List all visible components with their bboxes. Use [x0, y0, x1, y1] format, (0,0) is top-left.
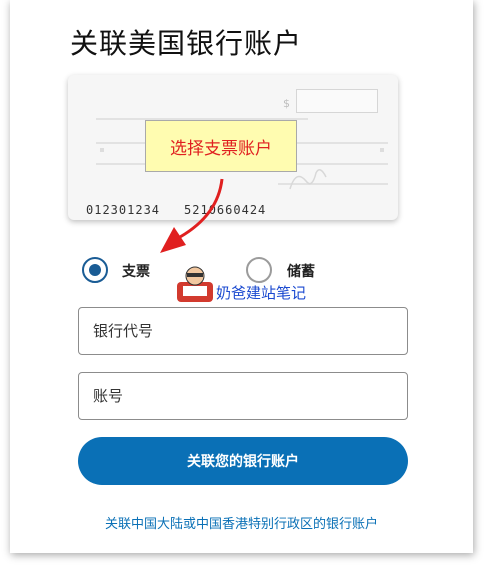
annotation-arrow-icon — [160, 178, 224, 253]
link-bank-button[interactable]: 关联您的银行账户 — [78, 437, 408, 485]
radio-savings-label[interactable]: 储蓄 — [287, 261, 315, 281]
check-dot — [100, 148, 104, 152]
routing-number: 012301234 — [86, 203, 161, 217]
routing-input[interactable] — [79, 308, 407, 354]
check-dot — [380, 148, 384, 152]
dollar-sign: $ — [283, 97, 290, 110]
watermark-avatar-icon — [177, 266, 213, 302]
radio-checking-label[interactable]: 支票 — [122, 261, 150, 281]
annotation-callout: 选择支票账户 — [145, 120, 297, 172]
routing-field[interactable] — [78, 307, 408, 355]
page-title: 关联美国银行账户 — [70, 27, 303, 60]
radio-savings[interactable] — [246, 257, 272, 283]
check-amount-box — [296, 89, 378, 113]
radio-checking[interactable] — [82, 257, 108, 283]
account-field[interactable] — [78, 372, 408, 420]
account-input[interactable] — [79, 373, 407, 419]
watermark-text: 奶爸建站笔记 — [216, 284, 307, 302]
link-china-bank-account[interactable]: 关联中国大陆或中国香港特别行政区的银行账户 — [0, 513, 483, 532]
